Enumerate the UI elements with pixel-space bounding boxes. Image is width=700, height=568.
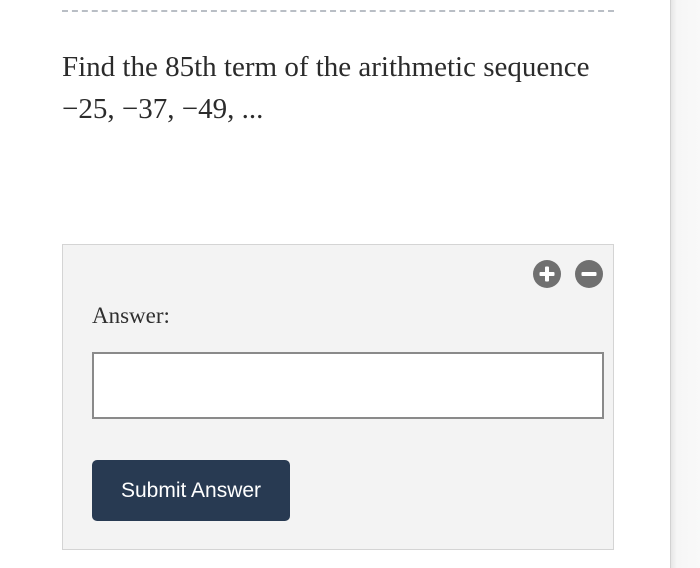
- dashed-divider: [62, 10, 614, 12]
- add-answer-button[interactable]: [533, 260, 561, 288]
- submit-answer-button[interactable]: Submit Answer: [92, 460, 290, 521]
- page-right-edge: [670, 0, 700, 568]
- plus-icon: [539, 266, 555, 282]
- answer-label: Answer:: [92, 303, 170, 328]
- question-text: Find the 85th term of the arithmetic seq…: [62, 51, 590, 125]
- question-page: Find the 85th term of the arithmetic seq…: [0, 0, 670, 568]
- answer-panel: Answer: Submit Answer: [62, 244, 614, 550]
- remove-answer-button[interactable]: [575, 260, 603, 288]
- minus-icon: [581, 272, 597, 276]
- answer-input[interactable]: [92, 352, 604, 419]
